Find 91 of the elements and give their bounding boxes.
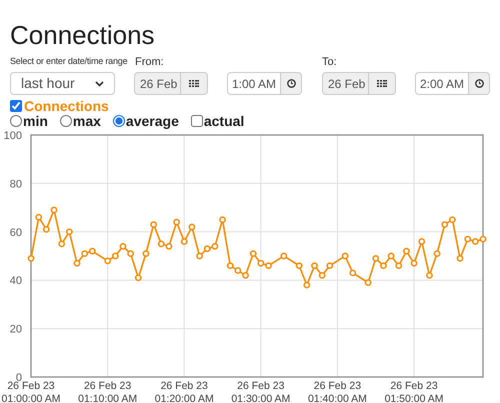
mode-radio[interactable] xyxy=(112,115,125,127)
field-label: From: xyxy=(135,54,164,70)
point xyxy=(456,255,464,262)
x-tick-label: 26 Feb 23 01:20:00 AM xyxy=(154,380,214,403)
mode-checkbox[interactable] xyxy=(190,115,203,127)
point xyxy=(250,250,257,257)
point xyxy=(426,272,433,279)
point xyxy=(372,255,380,262)
point xyxy=(173,218,180,226)
x-tick-label: 26 Feb 23 01:00:00 AM xyxy=(2,380,60,403)
point xyxy=(418,238,426,245)
point xyxy=(342,252,348,260)
grid-icon xyxy=(377,80,387,87)
point xyxy=(265,262,272,270)
x-tick-label: 26 Feb 23 01:50:00 AM xyxy=(384,380,444,403)
point xyxy=(226,262,234,270)
point xyxy=(196,252,203,260)
y-tick-label: 100 xyxy=(4,130,22,142)
point xyxy=(318,272,326,279)
point xyxy=(120,242,126,250)
point xyxy=(150,221,157,228)
point xyxy=(434,250,440,257)
point xyxy=(88,248,96,255)
range-dropdown[interactable]: last hour xyxy=(10,72,115,95)
x-tick-label: 26 Feb 23 01:30:00 AM xyxy=(231,380,290,403)
clock-icon xyxy=(286,79,296,88)
date-field[interactable]: 26 Feb xyxy=(322,72,369,95)
point xyxy=(204,245,211,252)
point xyxy=(42,226,50,233)
point xyxy=(104,257,111,264)
point xyxy=(480,236,486,242)
point xyxy=(180,238,188,245)
y-tick-label: 80 xyxy=(10,178,22,190)
field-label: To: xyxy=(322,54,337,70)
point xyxy=(303,282,310,288)
point xyxy=(112,252,119,260)
y-tick-label: 40 xyxy=(10,275,22,288)
field-label: Select or enter date/time range xyxy=(10,55,128,68)
mode-radio[interactable] xyxy=(60,115,72,127)
chevron-down-icon xyxy=(95,80,104,86)
point xyxy=(219,216,226,224)
point xyxy=(166,242,172,250)
point xyxy=(142,250,150,257)
point xyxy=(364,279,372,286)
point xyxy=(35,214,42,221)
point xyxy=(280,252,288,260)
y-tick-label: 20 xyxy=(10,324,22,336)
x-tick-label: 26 Feb 23 01:40:00 AM xyxy=(308,380,367,403)
calendar-button[interactable] xyxy=(369,72,396,95)
clock-icon xyxy=(474,79,484,88)
point xyxy=(28,255,34,262)
clock-button[interactable] xyxy=(469,72,490,95)
point xyxy=(349,270,356,276)
point xyxy=(212,242,218,250)
point xyxy=(388,252,394,260)
point xyxy=(472,238,479,245)
point xyxy=(50,206,58,214)
point xyxy=(242,272,249,279)
point xyxy=(81,250,88,257)
date-field[interactable]: 26 Feb xyxy=(134,72,181,95)
point xyxy=(234,267,242,274)
x-tick-label: 26 Feb 23 01:10:00 AM xyxy=(78,380,138,403)
series-checkbox[interactable] xyxy=(10,100,22,112)
mode-label: actual xyxy=(204,112,244,130)
grid-icon xyxy=(189,80,199,87)
page-title: Connections xyxy=(9,20,156,50)
point xyxy=(188,224,196,230)
calendar-button[interactable] xyxy=(181,72,208,95)
point xyxy=(296,262,302,270)
point xyxy=(158,240,165,248)
point xyxy=(326,262,334,270)
point xyxy=(464,236,472,242)
point xyxy=(441,221,448,228)
y-tick-label: 60 xyxy=(10,226,22,239)
point xyxy=(134,274,142,282)
point xyxy=(66,228,73,236)
point xyxy=(395,262,402,270)
point xyxy=(449,216,456,224)
point xyxy=(311,262,318,270)
point xyxy=(74,260,80,267)
clock-button[interactable] xyxy=(281,72,302,95)
point xyxy=(410,260,418,267)
point xyxy=(257,260,264,267)
point xyxy=(127,250,134,257)
time-field[interactable]: 1:00 AM xyxy=(227,72,281,95)
time-field[interactable]: 2:00 AM xyxy=(415,72,469,95)
point xyxy=(380,262,387,270)
mode-label: average xyxy=(126,112,179,131)
point xyxy=(403,248,410,255)
mode-radio[interactable] xyxy=(10,115,22,127)
point xyxy=(58,240,65,248)
